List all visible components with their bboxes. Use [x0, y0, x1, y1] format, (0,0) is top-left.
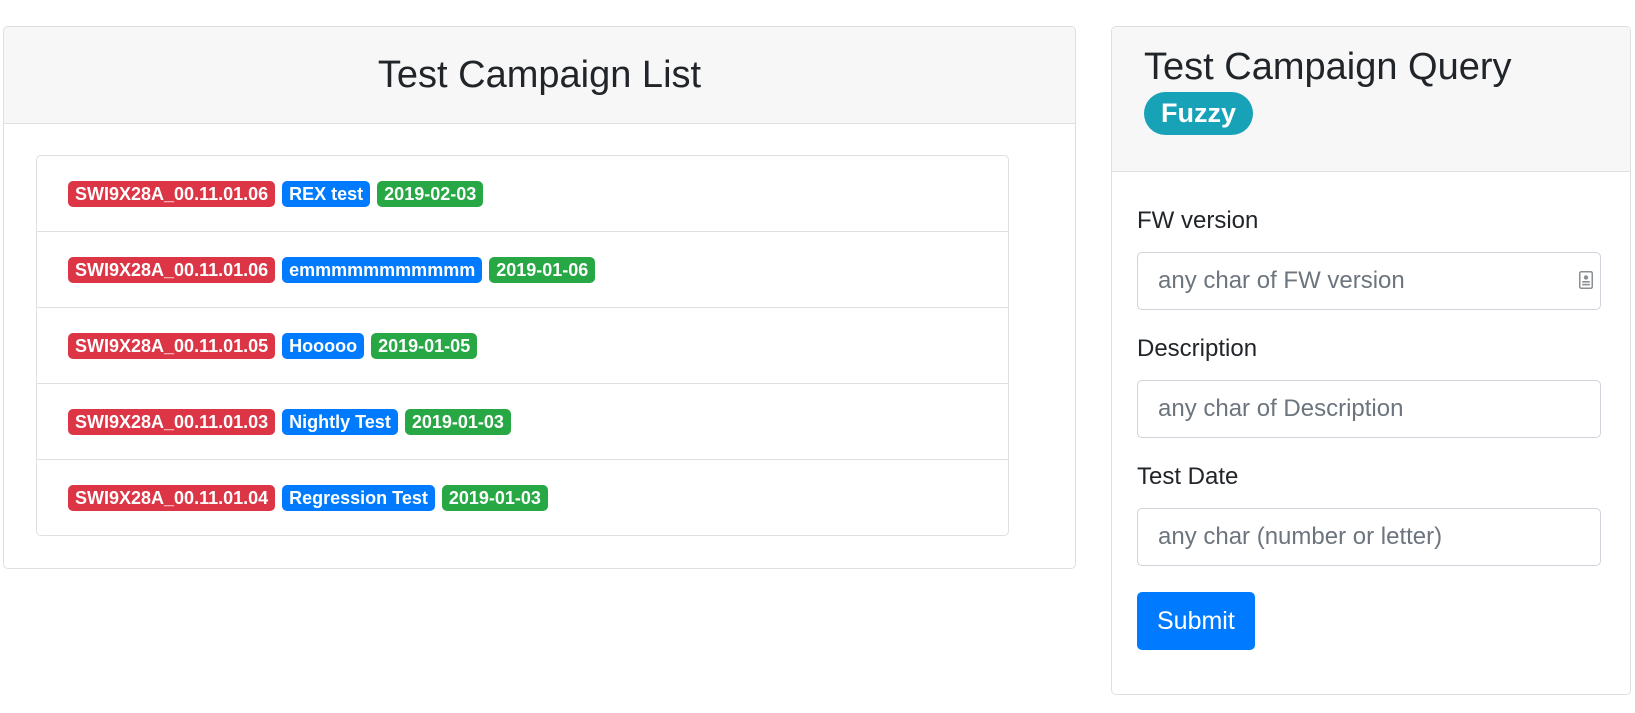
description-badge: emmmmmmmmmmm — [282, 256, 483, 283]
fw-version-input-wrap — [1137, 252, 1605, 310]
campaign-list-header: Test Campaign List — [4, 27, 1075, 124]
list-item[interactable]: SWI9X28A_00.11.01.06 REX test 2019-02-03 — [37, 156, 1008, 232]
fw-version-badge: SWI9X28A_00.11.01.06 — [68, 180, 276, 207]
fw-version-group: FW version — [1137, 206, 1605, 310]
submit-button[interactable]: Submit — [1137, 592, 1255, 650]
description-badge: Hooooo — [282, 332, 365, 359]
date-badge: 2019-01-05 — [371, 332, 478, 359]
fw-version-input[interactable] — [1137, 252, 1601, 310]
list-item[interactable]: SWI9X28A_00.11.01.06 emmmmmmmmmmm 2019-0… — [37, 232, 1008, 308]
description-badge: Nightly Test — [282, 408, 398, 435]
fuzzy-mode-badge: Fuzzy — [1144, 92, 1254, 135]
date-badge: 2019-01-06 — [489, 256, 596, 283]
test-date-input[interactable] — [1137, 508, 1601, 566]
campaign-query-card: Test Campaign Query Fuzzy FW version Des… — [1111, 26, 1631, 695]
description-badge: REX test — [282, 180, 371, 207]
fw-version-badge: SWI9X28A_00.11.01.03 — [68, 408, 276, 435]
list-item[interactable]: SWI9X28A_00.11.01.05 Hooooo 2019-01-05 — [37, 308, 1008, 384]
campaign-list: SWI9X28A_00.11.01.06 REX test 2019-02-03… — [36, 155, 1009, 536]
list-item[interactable]: SWI9X28A_00.11.01.04 Regression Test 201… — [37, 460, 1008, 535]
fw-version-label: FW version — [1137, 207, 1259, 234]
campaign-query-title: Test Campaign Query — [1144, 46, 1512, 88]
contact-card-icon[interactable] — [1579, 271, 1593, 289]
date-badge: 2019-01-03 — [404, 408, 511, 435]
date-badge: 2019-01-03 — [441, 484, 548, 511]
campaign-list-card: Test Campaign List SWI9X28A_00.11.01.06 … — [3, 26, 1076, 569]
test-date-label: Test Date — [1137, 463, 1239, 490]
description-group: Description — [1137, 334, 1605, 438]
campaign-query-header: Test Campaign Query Fuzzy — [1112, 27, 1630, 172]
description-input[interactable] — [1137, 380, 1601, 438]
date-badge: 2019-02-03 — [377, 180, 484, 207]
description-label: Description — [1137, 335, 1258, 362]
query-form: FW version Description Test Date Submit — [1112, 206, 1630, 650]
test-date-group: Test Date — [1137, 462, 1605, 566]
fw-version-badge: SWI9X28A_00.11.01.04 — [68, 484, 276, 511]
fw-version-badge: SWI9X28A_00.11.01.05 — [68, 332, 276, 359]
description-badge: Regression Test — [282, 484, 435, 511]
list-item[interactable]: SWI9X28A_00.11.01.03 Nightly Test 2019-0… — [37, 384, 1008, 460]
fw-version-badge: SWI9X28A_00.11.01.06 — [68, 256, 276, 283]
campaign-list-title: Test Campaign List — [377, 53, 702, 96]
